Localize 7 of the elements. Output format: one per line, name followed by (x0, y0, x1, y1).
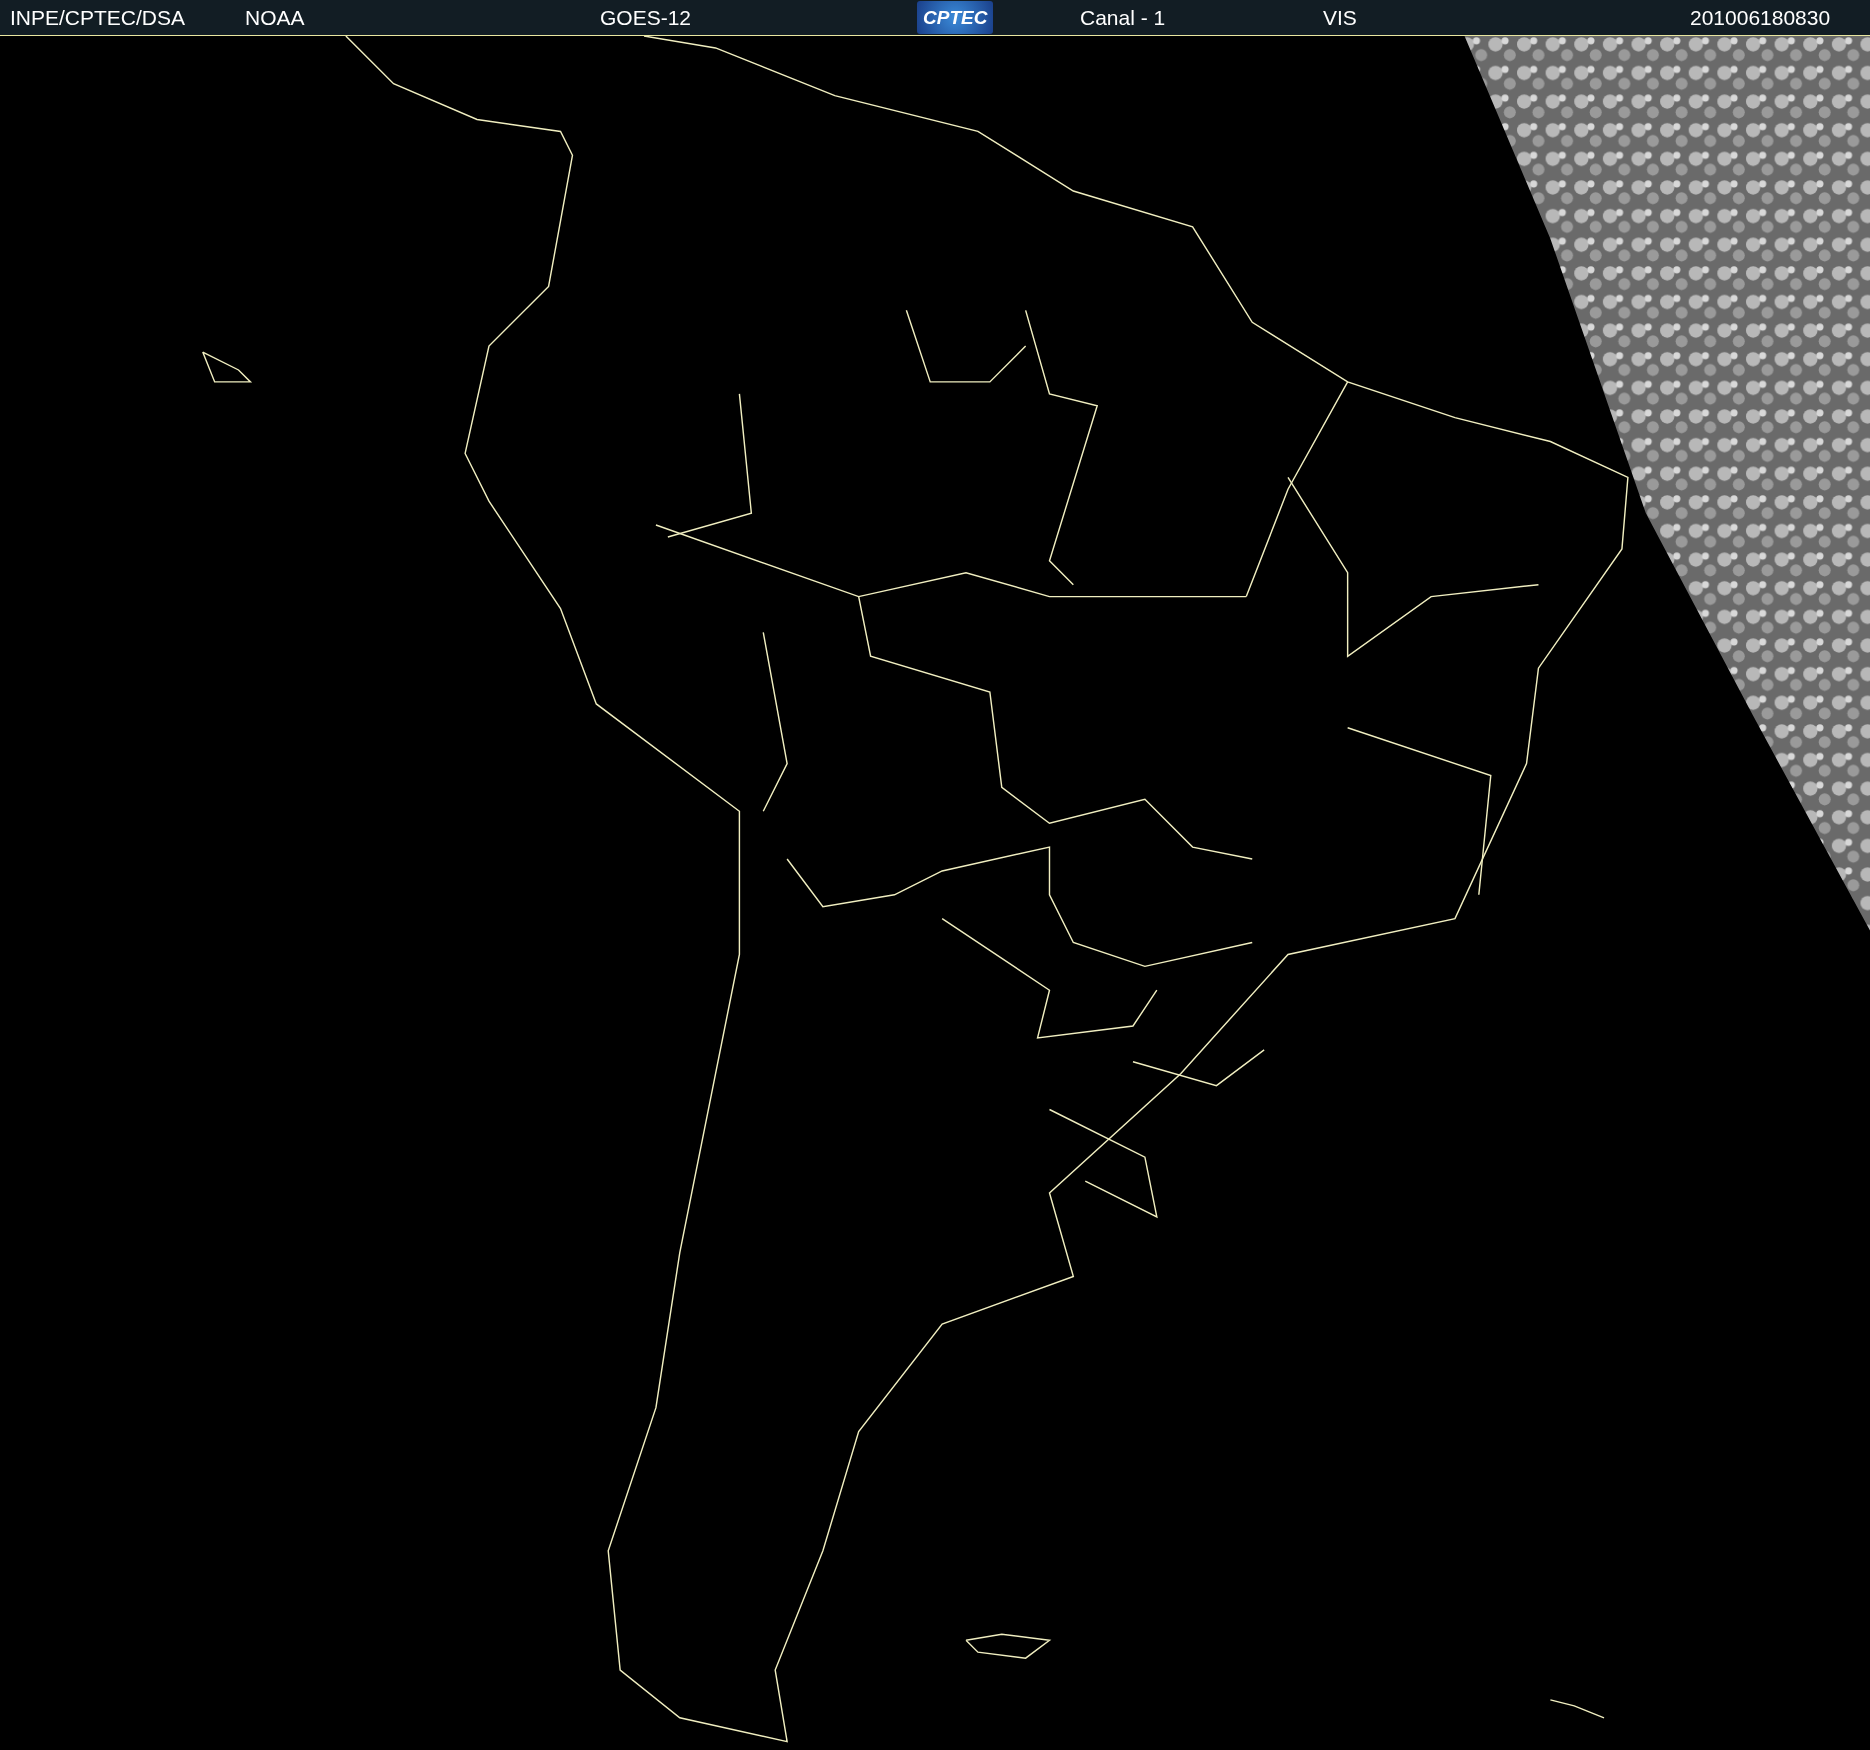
logo: CPTEC (917, 1, 994, 34)
header-label: NOAA (245, 4, 305, 31)
header-label: INPE/CPTEC/DSA (10, 4, 186, 31)
header-label: GOES-12 (600, 4, 692, 31)
header-label: 201006180830 (1690, 4, 1831, 31)
header-label: VIS (1323, 4, 1357, 31)
header-label: Canal - 1 (1080, 4, 1166, 31)
